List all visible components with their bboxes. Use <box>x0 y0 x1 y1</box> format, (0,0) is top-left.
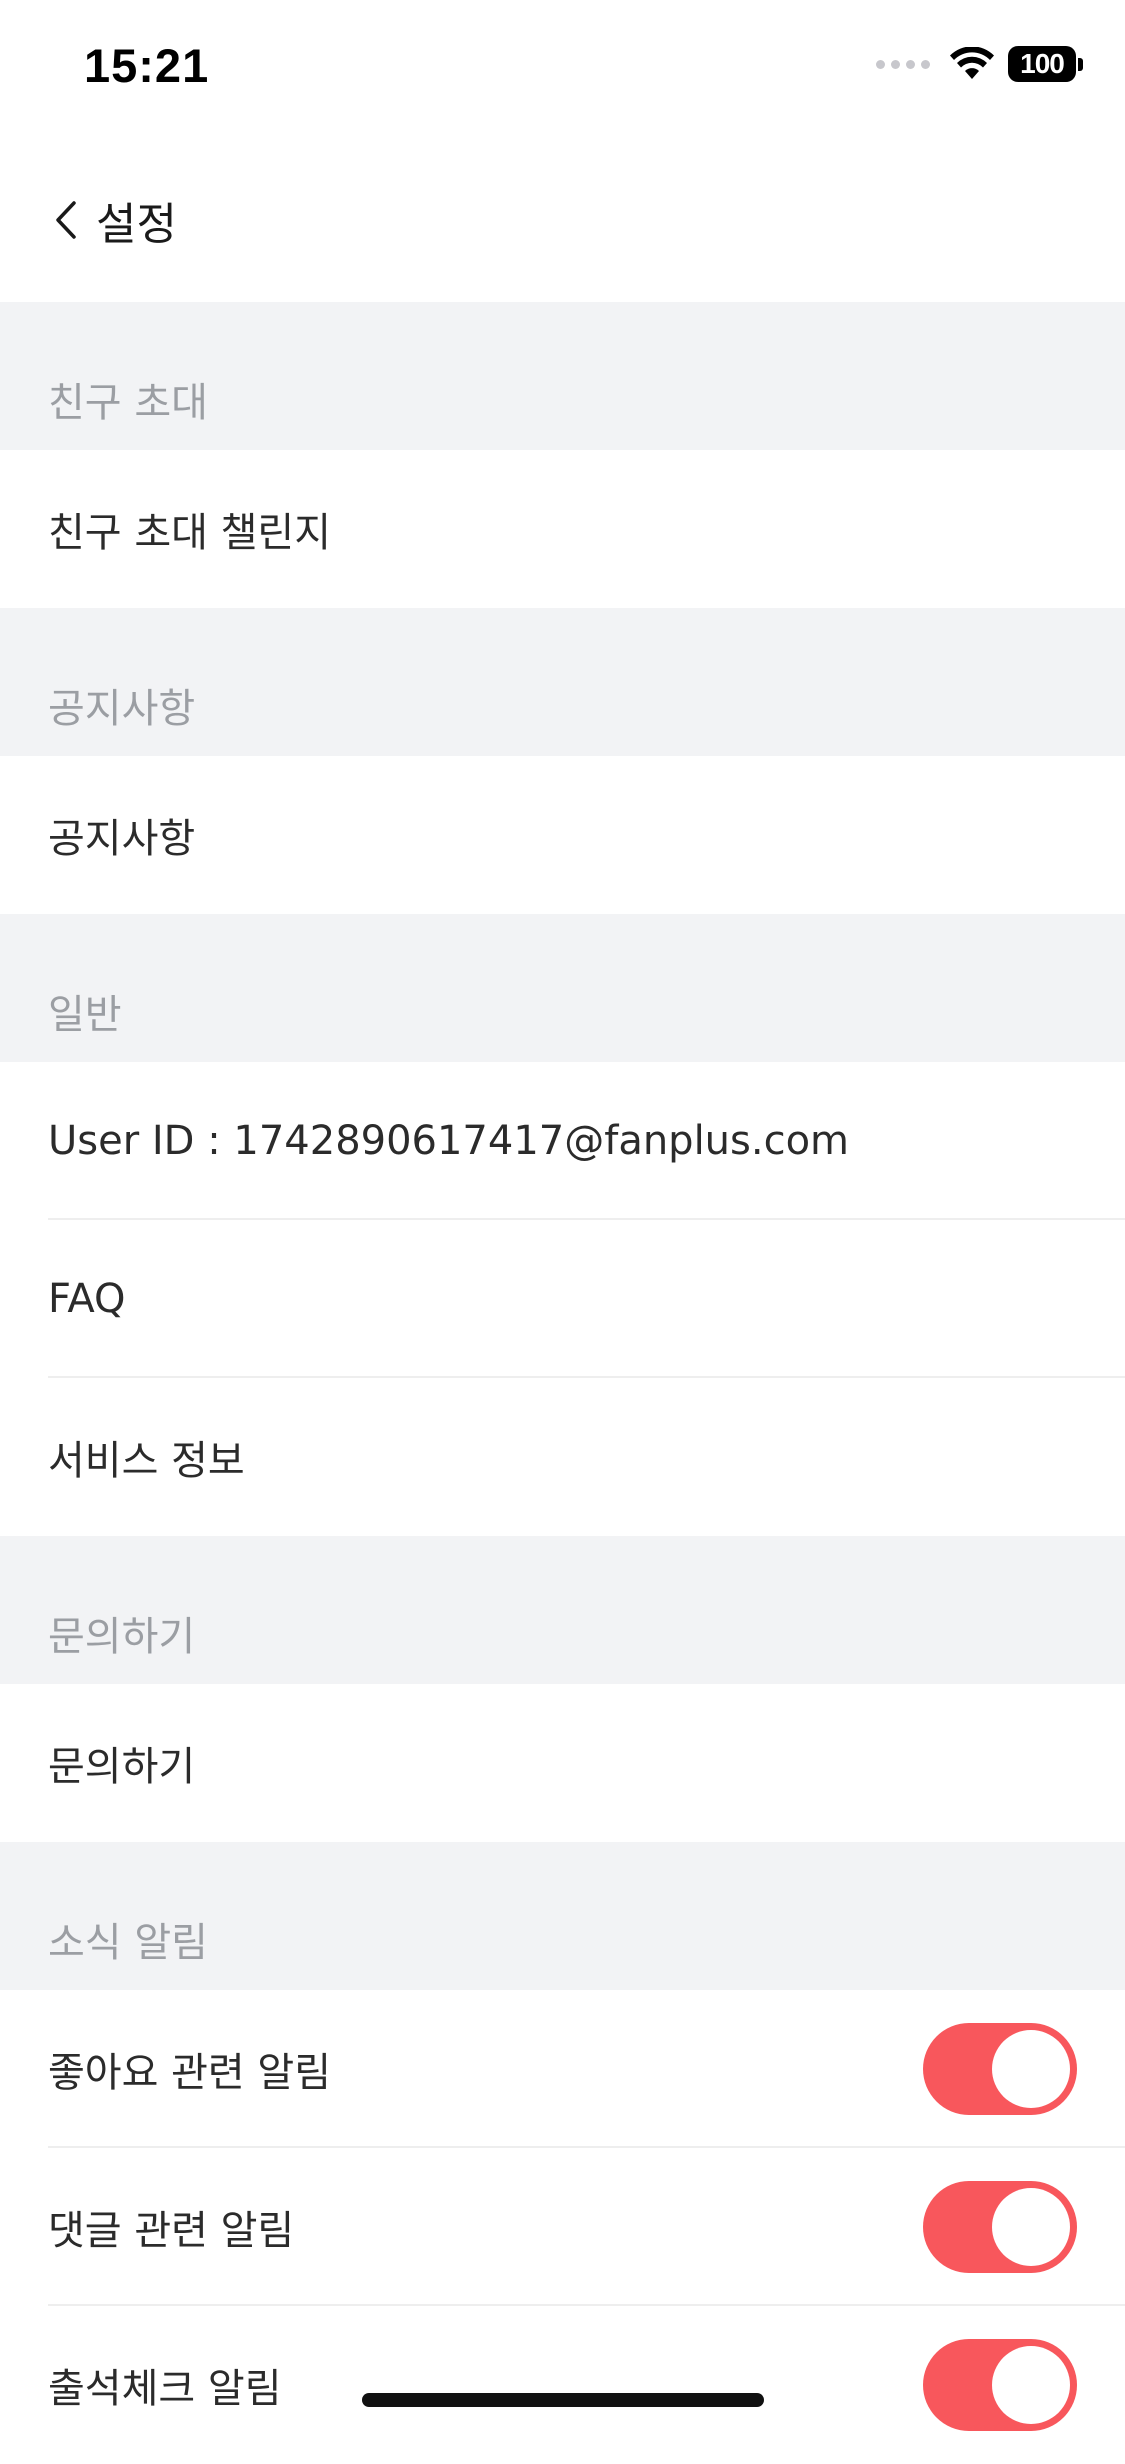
row-label: 친구 초대 챌린지 <box>48 510 332 556</box>
section-header-inquiry: 문의하기 <box>0 1536 1125 1684</box>
row-label: 출석체크 알림 <box>48 2366 282 2412</box>
section-header-label: 일반 <box>48 992 122 1038</box>
row-user-id[interactable]: User ID : 1742890617417@fanplus.com <box>0 1062 1125 1220</box>
row-label: 댓글 관련 알림 <box>48 2208 295 2254</box>
row-comment-notification: 댓글 관련 알림 <box>0 2148 1125 2306</box>
page-title: 설정 <box>96 199 177 250</box>
row-label: 공지사항 <box>48 816 196 862</box>
row-like-notification: 좋아요 관련 알림 <box>0 1990 1125 2148</box>
row-service-info[interactable]: 서비스 정보 <box>0 1378 1125 1536</box>
row-notice[interactable]: 공지사항 <box>0 756 1125 914</box>
nav-bar: 설정 <box>0 140 1125 302</box>
status-time: 15:21 <box>84 39 210 92</box>
settings-list: 친구 초대 친구 초대 챌린지 공지사항 공지사항 일반 User ID : 1… <box>0 302 1125 2464</box>
back-button[interactable]: 설정 <box>52 188 177 252</box>
status-bar: 15:21 100 <box>0 0 1125 140</box>
section-header-invite: 친구 초대 <box>0 302 1125 450</box>
section-header-label: 문의하기 <box>48 1614 196 1660</box>
row-label: 좋아요 관련 알림 <box>48 2050 332 2096</box>
row-inquiry[interactable]: 문의하기 <box>0 1684 1125 1842</box>
home-indicator[interactable] <box>362 2393 764 2407</box>
battery-icon: 100 <box>1008 46 1083 82</box>
like-notification-toggle[interactable] <box>923 2023 1077 2115</box>
row-attendance-notification: 출석체크 알림 <box>0 2306 1125 2464</box>
cellular-signal-icon <box>876 59 930 69</box>
section-header-general: 일반 <box>0 914 1125 1062</box>
row-label: FAQ <box>48 1276 126 1322</box>
toggle-knob <box>992 2346 1070 2424</box>
row-label: 문의하기 <box>48 1744 196 1790</box>
section-header-notice: 공지사항 <box>0 608 1125 756</box>
comment-notification-toggle[interactable] <box>923 2181 1077 2273</box>
battery-level: 100 <box>1008 46 1076 82</box>
toggle-knob <box>992 2188 1070 2266</box>
user-id-label: User ID : 1742890617417@fanplus.com <box>48 1118 850 1164</box>
chevron-left-icon <box>52 192 86 248</box>
toggle-knob <box>992 2030 1070 2108</box>
section-header-label: 친구 초대 <box>48 380 208 426</box>
row-faq[interactable]: FAQ <box>0 1220 1125 1378</box>
section-header-notifications: 소식 알림 <box>0 1842 1125 1990</box>
row-invite-challenge[interactable]: 친구 초대 챌린지 <box>0 450 1125 608</box>
section-header-label: 공지사항 <box>48 686 196 732</box>
section-header-label: 소식 알림 <box>48 1920 208 1966</box>
status-icons: 100 <box>876 46 1083 82</box>
wifi-icon <box>950 47 994 79</box>
attendance-notification-toggle[interactable] <box>923 2339 1077 2431</box>
row-label: 서비스 정보 <box>48 1438 245 1484</box>
